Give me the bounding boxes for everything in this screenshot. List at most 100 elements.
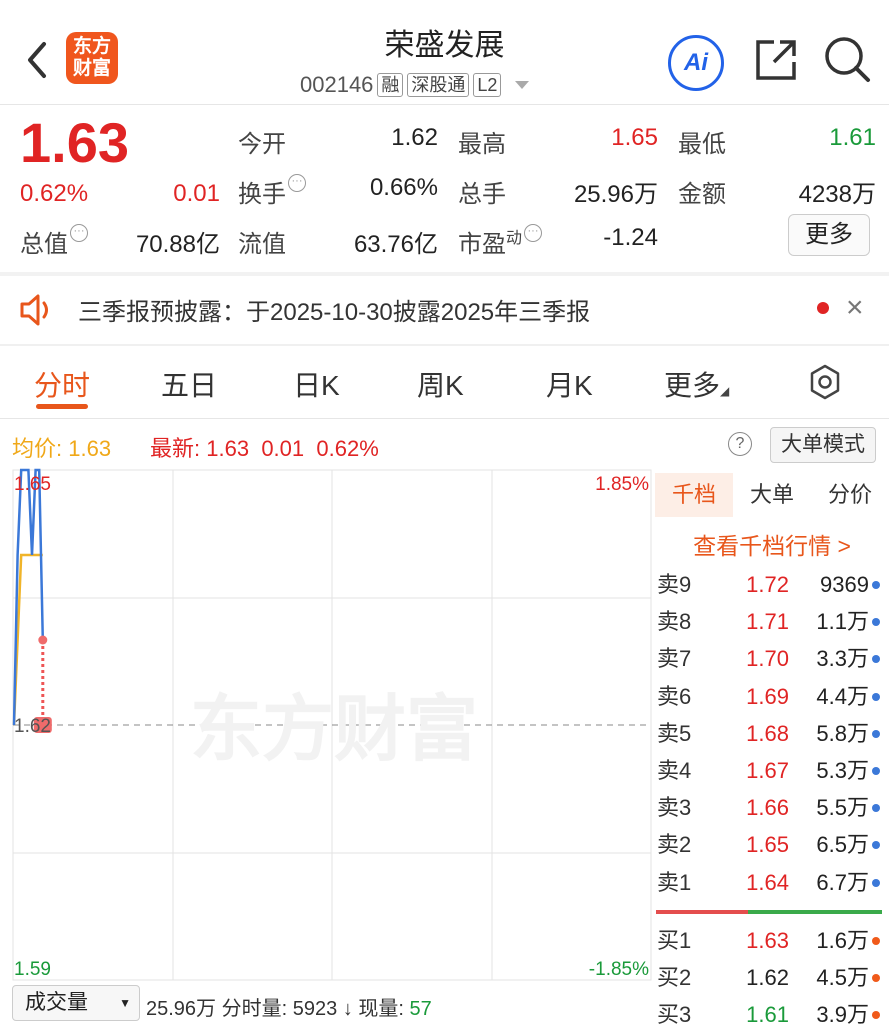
open-value: 1.62: [391, 124, 438, 151]
order-dot-icon: [872, 878, 880, 887]
sell-row[interactable]: 卖3 1.66 5.5万: [655, 789, 889, 826]
help-icon[interactable]: ?: [728, 432, 752, 456]
level-price: 1.63: [746, 928, 789, 953]
sell-row[interactable]: 卖2 1.65 6.5万: [655, 826, 889, 863]
high-label: 最高: [458, 131, 506, 158]
tab-more[interactable]: 更多◢: [664, 364, 729, 404]
intraday-chart[interactable]: 东方财富 1.65 1.85% 1.62 1.59 -1.85%: [0, 466, 655, 984]
open-label: 今开: [238, 131, 286, 158]
level-volume: 1.6万: [816, 928, 869, 953]
level-price: 1.71: [746, 609, 789, 635]
indicator-selector[interactable]: 成交量 ▼: [12, 985, 140, 1021]
big-order-mode-button[interactable]: 大单模式: [770, 427, 876, 463]
latest-info: 最新: 1.63 0.01 0.62%: [150, 436, 379, 461]
order-dot-icon: [872, 937, 880, 945]
change-percent: 0.62%: [20, 180, 89, 207]
sell-row[interactable]: 卖9 1.72 9369: [655, 566, 889, 603]
stock-code: 002146: [300, 72, 374, 97]
sell-row[interactable]: 卖8 1.71 1.1万: [655, 603, 889, 640]
level-price: 1.62: [746, 965, 789, 991]
sell-row[interactable]: 卖1 1.64 6.7万: [655, 864, 889, 901]
tab-five-day[interactable]: 五日: [161, 364, 217, 404]
market-cap-label[interactable]: 总值 ···: [20, 224, 88, 259]
order-dot-icon: [872, 729, 880, 738]
order-dot-icon: [872, 1011, 880, 1020]
tab-big-orders[interactable]: 大单: [733, 473, 811, 517]
chevron-down-icon: [515, 81, 530, 89]
divider: [0, 344, 889, 346]
level-label: 卖9: [657, 572, 692, 597]
latest-point: [38, 635, 48, 645]
buy-row[interactable]: 买2 1.62 4.5万: [655, 959, 889, 996]
order-dot-icon: [872, 841, 880, 850]
tab-daily-k[interactable]: 日K: [293, 364, 340, 404]
volume-summary: 25.96万 分时量: 5923 ↓ 现量: 57: [146, 998, 432, 1020]
more-quote-button[interactable]: 更多: [788, 214, 870, 256]
order-dot-icon: [872, 655, 880, 664]
tag-level2: L2: [473, 73, 502, 97]
settings-icon[interactable]: [806, 363, 844, 401]
search-icon[interactable]: [822, 34, 872, 84]
corner-triangle-icon: ◢: [720, 384, 730, 398]
more-info-icon: ···: [524, 224, 543, 242]
y-ref-label: 1.62: [14, 716, 51, 737]
pct-max-label: 1.85%: [595, 474, 649, 495]
amount-label: 金额: [678, 181, 726, 208]
order-dot-icon: [872, 804, 880, 813]
level-label: 卖3: [657, 795, 692, 821]
volume-label: 总手: [458, 181, 506, 208]
tab-monthly-k[interactable]: 月K: [546, 364, 593, 404]
sell-row[interactable]: 卖5 1.68 5.8万: [655, 715, 889, 752]
level-label: 买2: [657, 965, 692, 991]
tab-price-dist[interactable]: 分价: [811, 473, 889, 517]
share-icon[interactable]: [752, 36, 800, 84]
avg-price-info: 均价: 1.63: [12, 436, 112, 461]
unread-dot: [817, 302, 829, 314]
buy-row[interactable]: 买3 1.61 3.9万: [655, 996, 889, 1033]
pe-label[interactable]: 市盈动 ···: [458, 224, 543, 259]
sell-row[interactable]: 卖6 1.69 4.4万: [655, 678, 889, 715]
level-volume: 1.1万: [816, 609, 869, 635]
y-min-label: 1.59: [14, 959, 51, 980]
level-price: 1.61: [746, 1002, 789, 1028]
y-max-label: 1.65: [14, 474, 51, 495]
tag-margin: 融: [377, 73, 404, 97]
tab-intraday[interactable]: 分时: [34, 364, 90, 404]
volume-value: 25.96万: [573, 181, 658, 208]
level-price: 1.66: [746, 795, 789, 821]
sell-row[interactable]: 卖7 1.70 3.3万: [655, 640, 889, 677]
more-info-icon: ···: [288, 174, 306, 192]
level-label: 卖8: [657, 609, 692, 635]
order-dot-icon: [872, 581, 880, 589]
low-label: 最低: [678, 131, 726, 158]
turnover-value: 0.66%: [369, 174, 438, 201]
divider: [0, 418, 889, 419]
view-levels-link[interactable]: 查看千档行情 >: [655, 527, 889, 561]
level-label: 卖5: [657, 720, 692, 746]
level-volume: 5.3万: [816, 758, 869, 783]
level-volume: 6.7万: [816, 869, 869, 895]
level-volume: 3.3万: [816, 646, 869, 672]
high-value: 1.65: [611, 124, 658, 151]
low-value: 1.61: [829, 124, 876, 151]
sell-row[interactable]: 卖4 1.67 5.3万: [655, 752, 889, 789]
level-price: 1.67: [746, 758, 789, 783]
level-label: 卖6: [657, 683, 692, 709]
notice-text[interactable]: 三季报预披露：于2025-10-30披露2025年三季报: [78, 292, 590, 327]
turnover-label[interactable]: 换手 ···: [238, 174, 306, 209]
buy-row[interactable]: 买1 1.63 1.6万: [655, 922, 889, 959]
ai-button[interactable]: Ai: [668, 35, 724, 91]
level-label: 买1: [657, 928, 692, 953]
tab-thousand-levels[interactable]: 千档: [655, 473, 733, 517]
tab-weekly-k[interactable]: 周K: [417, 364, 464, 404]
level-volume: 5.5万: [816, 795, 869, 821]
level-price: 1.68: [746, 720, 789, 746]
level-label: 买3: [657, 1002, 692, 1028]
order-book-tabs: 千档 大单 分价: [655, 473, 889, 517]
order-dot-icon: [872, 974, 880, 983]
speaker-icon: [18, 290, 58, 330]
stock-code-line[interactable]: 002146 融 深股通 L2: [300, 70, 530, 100]
close-icon[interactable]: ×: [846, 290, 864, 326]
level-volume: 5.8万: [816, 720, 869, 746]
market-cap-value: 70.88亿: [135, 231, 220, 258]
